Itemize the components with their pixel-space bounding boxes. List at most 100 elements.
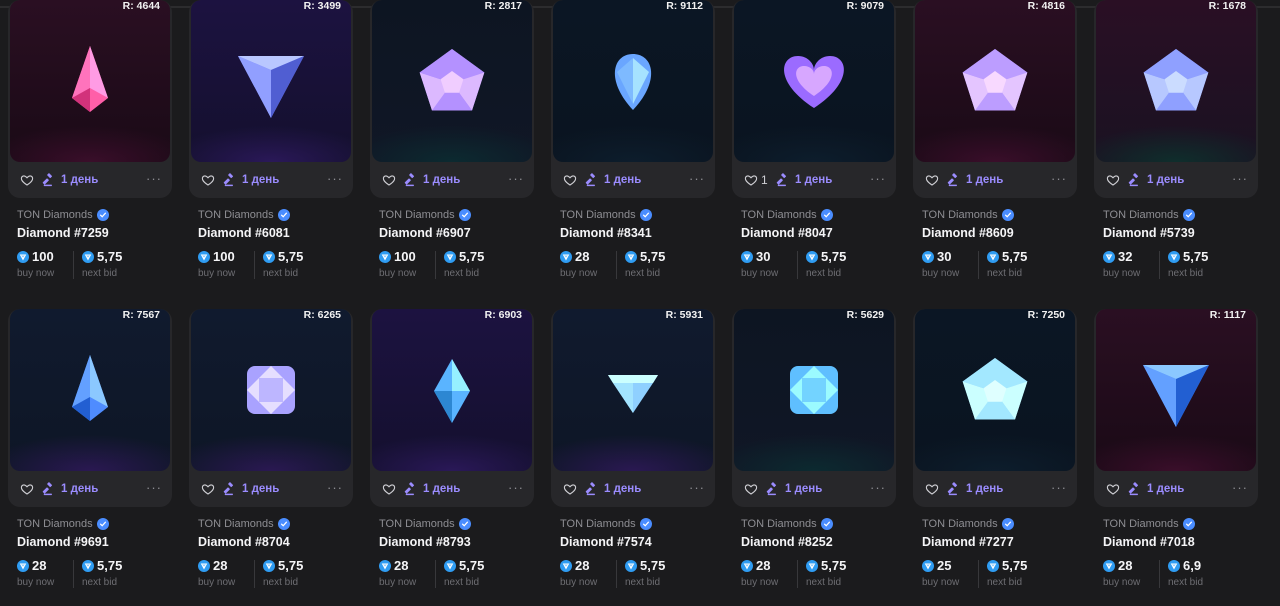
nft-name[interactable]: Diamond #8793 [379,535,471,549]
next-bid-price[interactable]: 5,75 next bid [625,249,665,279]
next-bid-price[interactable]: 5,75 next bid [1168,249,1208,279]
next-bid-price[interactable]: 5,75 next bid [625,558,665,588]
like-button[interactable] [1106,482,1123,496]
more-options-button[interactable]: ··· [146,480,162,495]
nft-card[interactable]: R: 1117 1 день ··· TON Diamonds Diamond … [1094,309,1258,606]
like-button[interactable] [563,173,580,187]
next-bid-price[interactable]: 5,75 next bid [444,249,484,279]
more-options-button[interactable]: ··· [689,480,705,495]
nft-image[interactable]: R: 6903 [372,309,532,471]
like-button[interactable] [20,482,37,496]
collection-link[interactable]: TON Diamonds [741,209,833,221]
nft-image[interactable]: R: 1117 [1096,309,1256,471]
like-button[interactable] [925,482,942,496]
next-bid-price[interactable]: 5,75 next bid [444,558,484,588]
buy-now-price[interactable]: 28 buy now [379,558,416,588]
nft-name[interactable]: Diamond #8609 [922,226,1014,240]
like-button[interactable]: 1 [744,173,768,187]
nft-image[interactable]: R: 4816 [915,0,1075,162]
nft-image[interactable]: R: 1678 [1096,0,1256,162]
nft-card[interactable]: R: 1678 1 день ··· TON Diamonds Diamond … [1094,0,1258,300]
like-button[interactable] [201,173,218,187]
nft-card[interactable]: R: 6265 1 день ··· TON Diamonds Diamond … [189,309,353,606]
more-options-button[interactable]: ··· [870,480,886,495]
nft-card[interactable]: R: 9112 1 день ··· TON Diamonds Diamond … [551,0,715,300]
collection-link[interactable]: TON Diamonds [560,518,652,530]
next-bid-price[interactable]: 6,9 next bid [1168,558,1203,588]
like-button[interactable] [925,173,942,187]
like-button[interactable] [201,482,218,496]
nft-name[interactable]: Diamond #6081 [198,226,290,240]
nft-card[interactable]: R: 7567 1 день ··· TON Diamonds Diamond … [8,309,172,606]
nft-image[interactable]: R: 9079 [734,0,894,162]
collection-link[interactable]: TON Diamonds [379,209,471,221]
collection-link[interactable]: TON Diamonds [17,518,109,530]
nft-image[interactable]: R: 2817 [372,0,532,162]
nft-image[interactable]: R: 9112 [553,0,713,162]
collection-link[interactable]: TON Diamonds [198,209,290,221]
next-bid-price[interactable]: 5,75 next bid [82,558,122,588]
buy-now-price[interactable]: 28 buy now [17,558,54,588]
collection-link[interactable]: TON Diamonds [741,518,833,530]
nft-image[interactable]: R: 4644 [10,0,170,162]
buy-now-price[interactable]: 25 buy now [922,558,959,588]
buy-now-price[interactable]: 32 buy now [1103,249,1140,279]
nft-card[interactable]: R: 6903 1 день ··· TON Diamonds Diamond … [370,309,534,606]
more-options-button[interactable]: ··· [327,171,343,186]
buy-now-price[interactable]: 100 buy now [198,249,235,279]
nft-card[interactable]: R: 2817 1 день ··· TON Diamonds Diamond … [370,0,534,300]
nft-card[interactable]: R: 5931 1 день ··· TON Diamonds Diamond … [551,309,715,606]
nft-image[interactable]: R: 7567 [10,309,170,471]
nft-name[interactable]: Diamond #8704 [198,535,290,549]
collection-link[interactable]: TON Diamonds [17,209,109,221]
next-bid-price[interactable]: 5,75 next bid [806,558,846,588]
nft-name[interactable]: Diamond #7018 [1103,535,1195,549]
buy-now-price[interactable]: 28 buy now [1103,558,1140,588]
more-options-button[interactable]: ··· [508,171,524,186]
nft-image[interactable]: R: 5629 [734,309,894,471]
buy-now-price[interactable]: 28 buy now [741,558,778,588]
more-options-button[interactable]: ··· [689,171,705,186]
nft-card[interactable]: R: 5629 1 день ··· TON Diamonds Diamond … [732,309,896,606]
collection-link[interactable]: TON Diamonds [560,209,652,221]
buy-now-price[interactable]: 100 buy now [17,249,54,279]
more-options-button[interactable]: ··· [1232,480,1248,495]
like-button[interactable] [1106,173,1123,187]
more-options-button[interactable]: ··· [146,171,162,186]
nft-image[interactable]: R: 6265 [191,309,351,471]
buy-now-price[interactable]: 100 buy now [379,249,416,279]
next-bid-price[interactable]: 5,75 next bid [82,249,122,279]
nft-name[interactable]: Diamond #7277 [922,535,1014,549]
more-options-button[interactable]: ··· [1051,480,1067,495]
more-options-button[interactable]: ··· [508,480,524,495]
nft-name[interactable]: Diamond #6907 [379,226,471,240]
nft-name[interactable]: Diamond #7259 [17,226,109,240]
more-options-button[interactable]: ··· [327,480,343,495]
buy-now-price[interactable]: 30 buy now [922,249,959,279]
nft-card[interactable]: R: 9079 1 1 день ··· TON Diamonds Diamon… [732,0,896,300]
next-bid-price[interactable]: 5,75 next bid [806,249,846,279]
collection-link[interactable]: TON Diamonds [922,518,1014,530]
nft-name[interactable]: Diamond #7574 [560,535,652,549]
nft-name[interactable]: Diamond #8047 [741,226,833,240]
nft-image[interactable]: R: 3499 [191,0,351,162]
collection-link[interactable]: TON Diamonds [379,518,471,530]
nft-image[interactable]: R: 5931 [553,309,713,471]
nft-card[interactable]: R: 3499 1 день ··· TON Diamonds Diamond … [189,0,353,300]
nft-card[interactable]: R: 4816 1 день ··· TON Diamonds Diamond … [913,0,1077,300]
like-button[interactable] [563,482,580,496]
like-button[interactable] [382,173,399,187]
nft-name[interactable]: Diamond #5739 [1103,226,1195,240]
nft-image[interactable]: R: 7250 [915,309,1075,471]
like-button[interactable] [20,173,37,187]
next-bid-price[interactable]: 5,75 next bid [987,249,1027,279]
collection-link[interactable]: TON Diamonds [198,518,290,530]
nft-name[interactable]: Diamond #8341 [560,226,652,240]
buy-now-price[interactable]: 28 buy now [560,558,597,588]
like-button[interactable] [744,482,761,496]
like-button[interactable] [382,482,399,496]
more-options-button[interactable]: ··· [1232,171,1248,186]
nft-card[interactable]: R: 4644 1 день ··· TON Diamonds Diamond … [8,0,172,300]
nft-name[interactable]: Diamond #9691 [17,535,109,549]
collection-link[interactable]: TON Diamonds [1103,518,1195,530]
